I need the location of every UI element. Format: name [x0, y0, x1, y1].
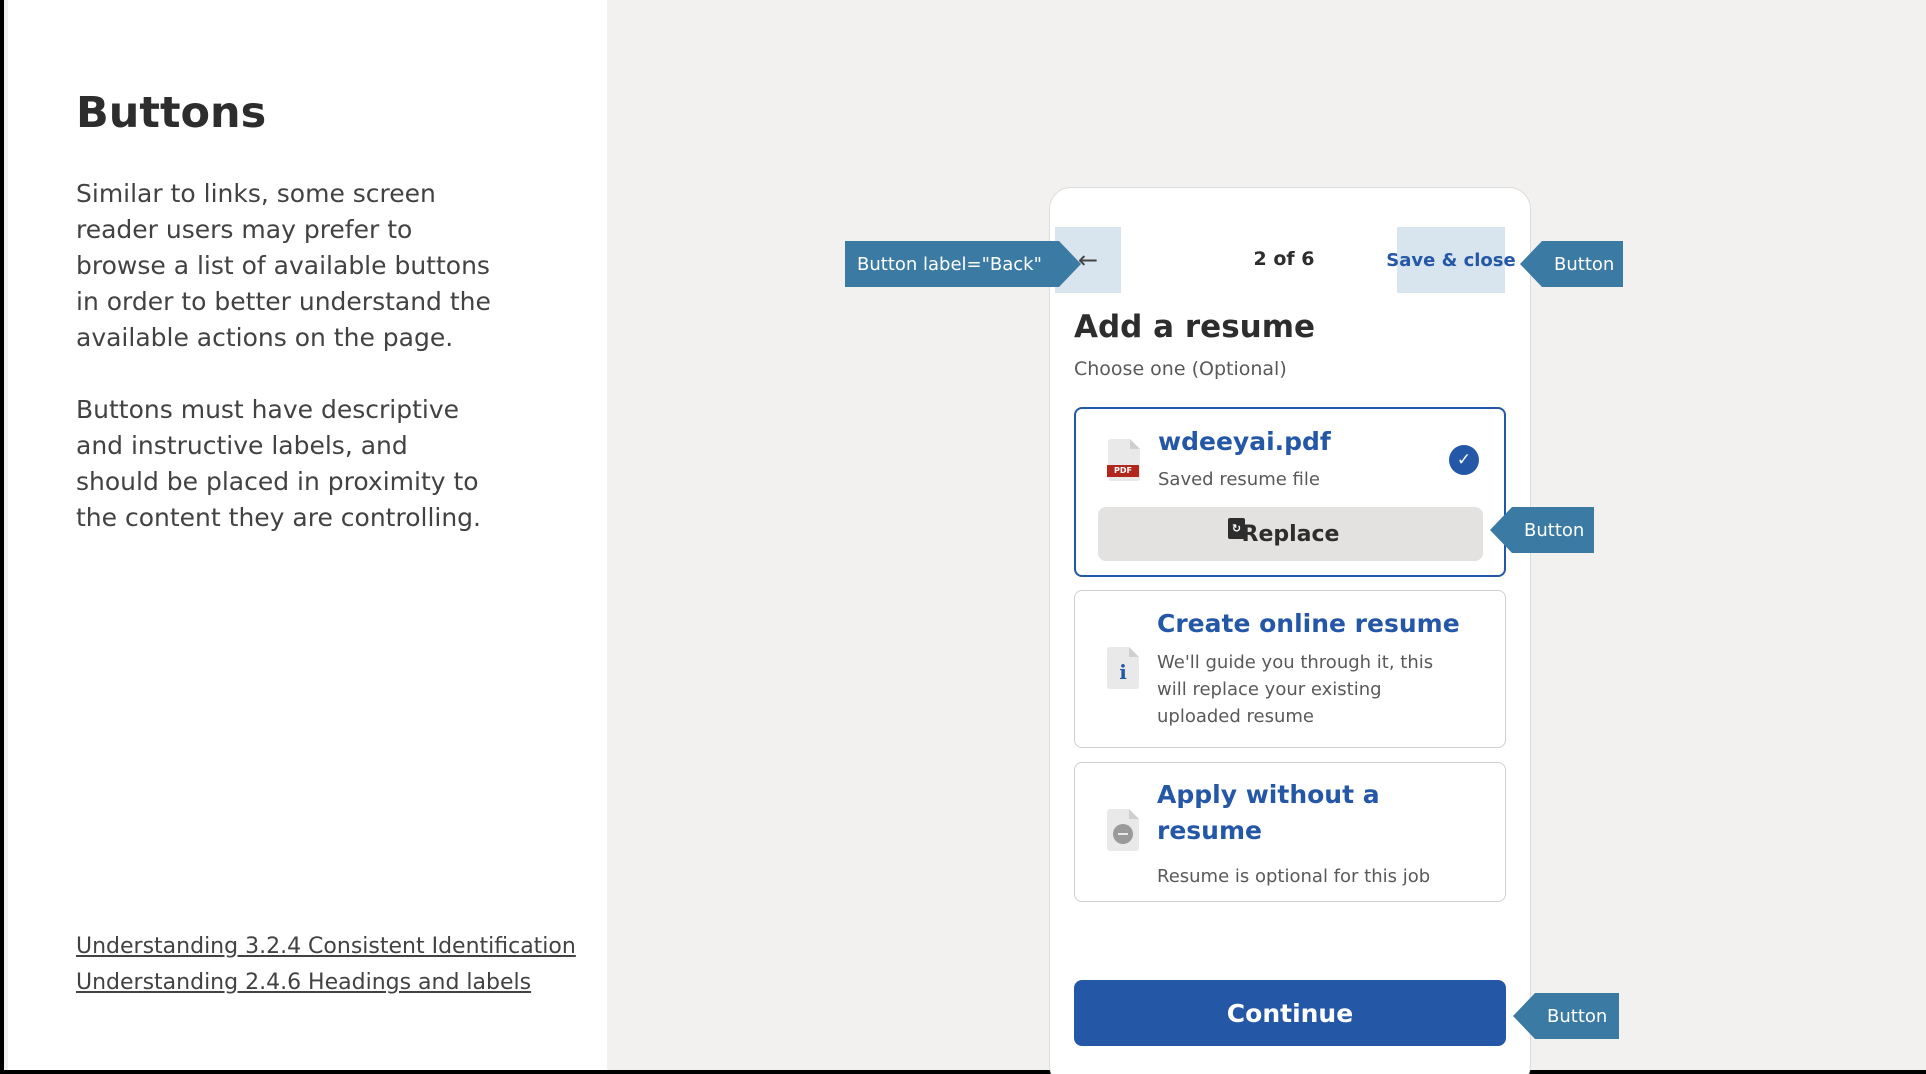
pdf-tag: PDF [1107, 465, 1139, 477]
option-apply-without-resume[interactable]: Apply without a resume Resume is optiona… [1074, 762, 1506, 902]
option-description: We'll guide you through it, this will re… [1157, 652, 1434, 727]
annotation-save-button: Button [1520, 241, 1623, 287]
guidance-paragraph: Buttons must have descriptive and instru… [76, 395, 481, 532]
info-glyph: i [1119, 660, 1127, 684]
pdf-file-icon: PDF [1107, 439, 1140, 481]
option-title: Create online resume [1157, 609, 1460, 638]
option-description: Saved resume file [1158, 469, 1320, 490]
option-title: wdeeyai.pdf [1158, 427, 1331, 456]
option-create-online-resume[interactable]: i Create online resume We'll guide you t… [1074, 590, 1506, 748]
step-indicator: 2 of 6 [1253, 248, 1315, 270]
check-circle-icon: ✓ [1449, 445, 1479, 475]
intro-paragraph: Similar to links, some screen reader use… [76, 179, 491, 352]
slide: Buttons Similar to links, some screen re… [0, 0, 1926, 1074]
no-file-icon [1107, 809, 1139, 851]
info-file-icon: i [1107, 647, 1139, 689]
file-refresh-icon: ↻ [1228, 518, 1245, 539]
save-and-close-button[interactable]: Save & close [1386, 227, 1516, 293]
page-title: Buttons [76, 88, 267, 138]
option-description: Resume is optional for this job [1157, 866, 1431, 887]
annotation-continue-button: Button [1513, 993, 1619, 1039]
form-title: Add a resume [1074, 309, 1316, 345]
annotation-replace-button: Button [1490, 507, 1594, 553]
form-subtitle: Choose one (Optional) [1074, 358, 1287, 380]
minus-circle-icon [1113, 824, 1133, 844]
continue-button[interactable]: Continue [1074, 980, 1506, 1046]
option-saved-resume[interactable]: PDF wdeeyai.pdf Saved resume file ✓ ↻ Re… [1074, 407, 1506, 577]
link-consistent-identification[interactable]: Understanding 3.2.4 Consistent Identific… [76, 934, 576, 959]
option-title: Apply without a resume [1157, 780, 1380, 845]
annotation-back-button: Button label="Back" [845, 241, 1081, 287]
replace-button[interactable]: ↻ Replace [1098, 507, 1483, 561]
link-headings-and-labels[interactable]: Understanding 2.4.6 Headings and labels [76, 970, 531, 995]
replace-label: Replace [1241, 521, 1340, 547]
